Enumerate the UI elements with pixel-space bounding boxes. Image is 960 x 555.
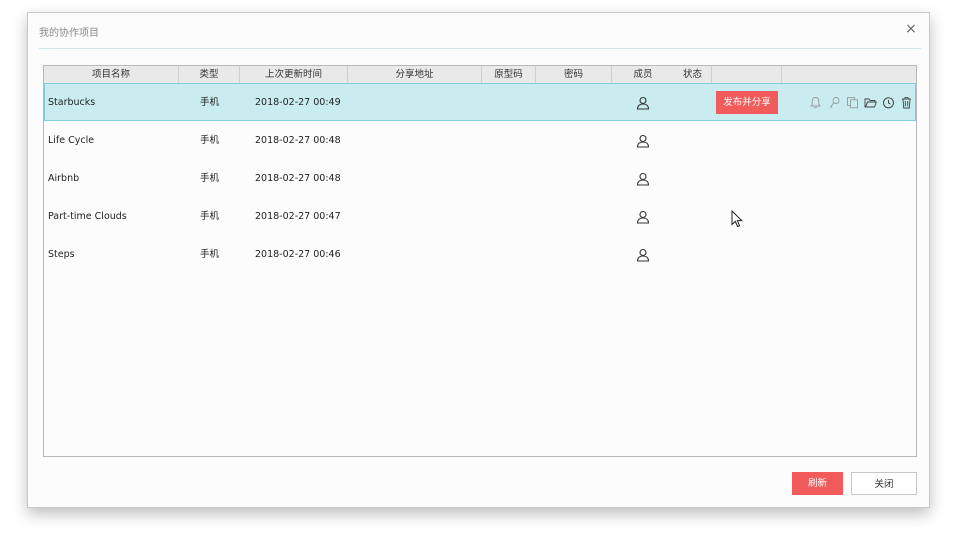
refresh-button[interactable]: 刷新 xyxy=(792,472,843,495)
project-updated: 2018-02-27 00:48 xyxy=(255,135,341,146)
col-header-share-url[interactable]: 分享地址 xyxy=(348,66,482,83)
table-row[interactable]: Part-time Clouds 手机 2018-02-27 00:47 xyxy=(44,198,916,236)
close-button[interactable]: 关闭 xyxy=(851,472,917,495)
project-name[interactable]: Life Cycle xyxy=(48,122,94,160)
member-icon[interactable] xyxy=(636,172,650,186)
project-name[interactable]: Starbucks xyxy=(48,84,95,122)
projects-table: 项目名称 类型 上次更新时间 分享地址 原型码 密码 成员 状态 Starbuc… xyxy=(43,65,917,457)
project-updated: 2018-02-27 00:48 xyxy=(255,173,341,184)
col-header-updated[interactable]: 上次更新时间 xyxy=(240,66,348,83)
col-header-publish xyxy=(712,66,782,83)
dialog-title: 我的协作项目 xyxy=(39,28,99,39)
key-icon[interactable] xyxy=(828,96,841,109)
copy-icon[interactable] xyxy=(846,96,859,109)
member-icon[interactable] xyxy=(636,96,650,110)
publish-share-button[interactable]: 发布并分享 xyxy=(716,91,778,114)
col-header-proto-code[interactable]: 原型码 xyxy=(482,66,536,83)
title-divider xyxy=(39,48,921,49)
col-header-members[interactable]: 成员 xyxy=(612,66,674,83)
close-icon[interactable]: × xyxy=(904,22,918,36)
table-row[interactable]: Steps 手机 2018-02-27 00:46 xyxy=(44,236,916,274)
project-updated: 2018-02-27 00:49 xyxy=(255,97,341,108)
member-icon[interactable] xyxy=(636,210,650,224)
col-header-actions xyxy=(782,66,916,83)
col-header-status[interactable]: 状态 xyxy=(674,66,712,83)
table-row[interactable]: Life Cycle 手机 2018-02-27 00:48 xyxy=(44,122,916,160)
bell-icon[interactable] xyxy=(809,96,822,109)
table-row[interactable]: Airbnb 手机 2018-02-27 00:48 xyxy=(44,160,916,198)
folder-open-icon[interactable] xyxy=(864,96,877,109)
project-type: 手机 xyxy=(200,211,220,222)
member-icon[interactable] xyxy=(636,134,650,148)
table-header: 项目名称 类型 上次更新时间 分享地址 原型码 密码 成员 状态 xyxy=(44,66,916,84)
clock-icon[interactable] xyxy=(882,96,895,109)
project-updated: 2018-02-27 00:47 xyxy=(255,211,341,222)
col-header-type[interactable]: 类型 xyxy=(179,66,240,83)
project-name[interactable]: Steps xyxy=(48,236,75,274)
project-type: 手机 xyxy=(200,173,220,184)
col-header-name[interactable]: 项目名称 xyxy=(44,66,179,83)
mouse-cursor-icon xyxy=(731,210,743,228)
project-type: 手机 xyxy=(200,249,220,260)
member-icon[interactable] xyxy=(636,248,650,262)
table-row[interactable]: Starbucks 手机 2018-02-27 00:49 发布并分享 xyxy=(44,83,916,121)
col-header-password[interactable]: 密码 xyxy=(536,66,612,83)
project-name[interactable]: Part-time Clouds xyxy=(48,198,127,236)
collab-projects-dialog: 我的协作项目 × 项目名称 类型 上次更新时间 分享地址 原型码 密码 成员 状… xyxy=(27,12,930,508)
trash-icon[interactable] xyxy=(900,96,913,109)
project-type: 手机 xyxy=(200,135,220,146)
project-type: 手机 xyxy=(200,97,220,108)
project-name[interactable]: Airbnb xyxy=(48,160,79,198)
project-updated: 2018-02-27 00:46 xyxy=(255,249,341,260)
